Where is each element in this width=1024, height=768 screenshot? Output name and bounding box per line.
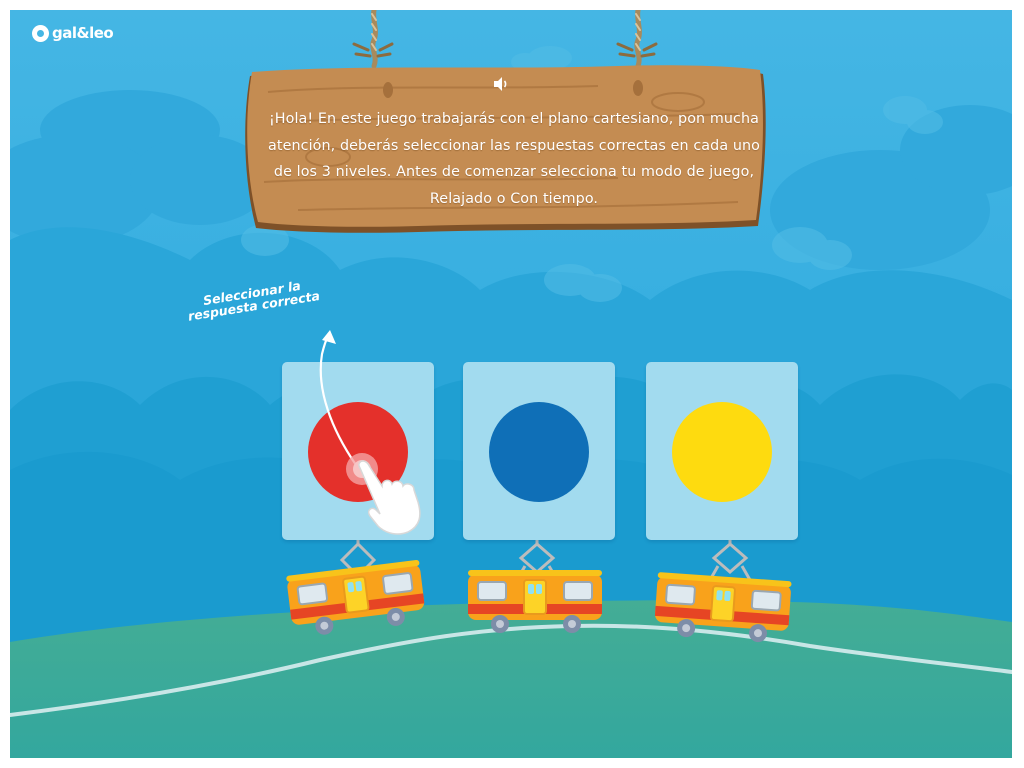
answer-card-blue[interactable] xyxy=(463,362,615,540)
game-stage: gal&leo ¡Hola! En este juego trabajarás … xyxy=(10,10,1012,758)
yellow-circle xyxy=(672,402,772,502)
logo-mark-icon xyxy=(32,24,49,42)
instructions-text: ¡Hola! En este juego trabajarás con el p… xyxy=(268,111,760,207)
speaker-icon[interactable] xyxy=(490,74,510,94)
galleo-logo: gal&leo xyxy=(32,22,114,44)
answer-card-red[interactable] xyxy=(282,362,434,540)
answer-card-yellow[interactable] xyxy=(646,362,798,540)
blue-circle xyxy=(489,402,589,502)
logo-text: gal&leo xyxy=(52,24,114,42)
red-circle xyxy=(308,402,408,502)
